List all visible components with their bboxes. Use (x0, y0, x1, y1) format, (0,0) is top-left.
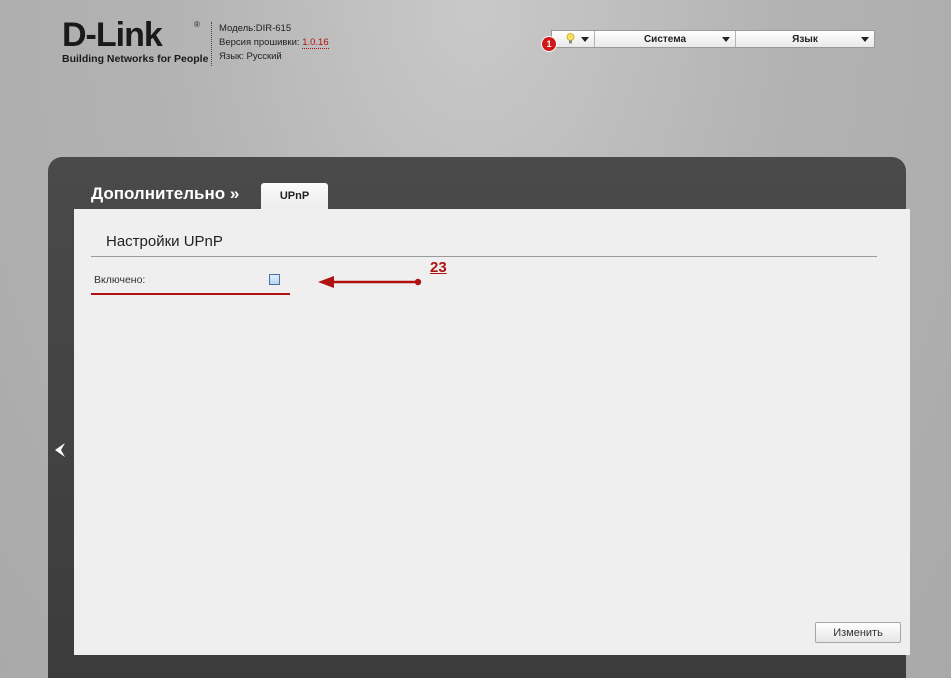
logo-text: D-Link (62, 16, 163, 54)
dlink-logo: D-Link ® Building Networks for People (62, 16, 209, 65)
chevron-down-icon (722, 37, 730, 42)
language-menu[interactable]: Язык (736, 31, 874, 47)
firmware-line: Версия прошивки: 1.0.16 (219, 36, 329, 50)
enabled-label: Включено: (94, 274, 146, 286)
system-menu[interactable]: Система (595, 31, 736, 47)
firmware-label: Версия прошивки: (219, 37, 300, 48)
system-menu-label: Система (643, 33, 687, 45)
chevron-down-icon (581, 37, 589, 42)
model-line: Модель:DIR-615 (219, 22, 329, 36)
notifications-dropdown[interactable] (552, 31, 595, 47)
annotation-number: 23 (430, 259, 447, 276)
chevron-down-icon (861, 37, 869, 42)
firmware-version-link[interactable]: 1.0.16 (302, 37, 329, 49)
model-label: Модель: (219, 23, 256, 34)
annotation-underline (91, 293, 290, 295)
language-menu-label: Язык (792, 33, 818, 45)
language-label: Язык: (219, 51, 244, 62)
language-value: Русский (246, 51, 282, 62)
change-button[interactable]: Изменить (815, 622, 901, 643)
section-divider (91, 256, 877, 257)
logo-registered-mark: ® (194, 20, 200, 29)
content-panel (74, 209, 910, 655)
chevron-left-icon[interactable] (53, 441, 67, 459)
logo-tagline: Building Networks for People (62, 53, 209, 65)
section-title: Настройки UPnP (106, 233, 223, 250)
notifications-badge[interactable]: 1 (542, 37, 556, 51)
device-info: Модель:DIR-615 Версия прошивки: 1.0.16 Я… (211, 22, 329, 66)
annotation-arrow-icon (318, 276, 422, 288)
enabled-checkbox[interactable] (269, 274, 280, 285)
language-line: Язык: Русский (219, 50, 329, 64)
top-menu: Система Язык (551, 30, 875, 48)
model-value: DIR-615 (255, 23, 292, 34)
breadcrumb[interactable]: Дополнительно » (91, 184, 239, 204)
tab-upnp[interactable]: UPnP (261, 183, 328, 210)
lightbulb-icon (566, 33, 575, 44)
